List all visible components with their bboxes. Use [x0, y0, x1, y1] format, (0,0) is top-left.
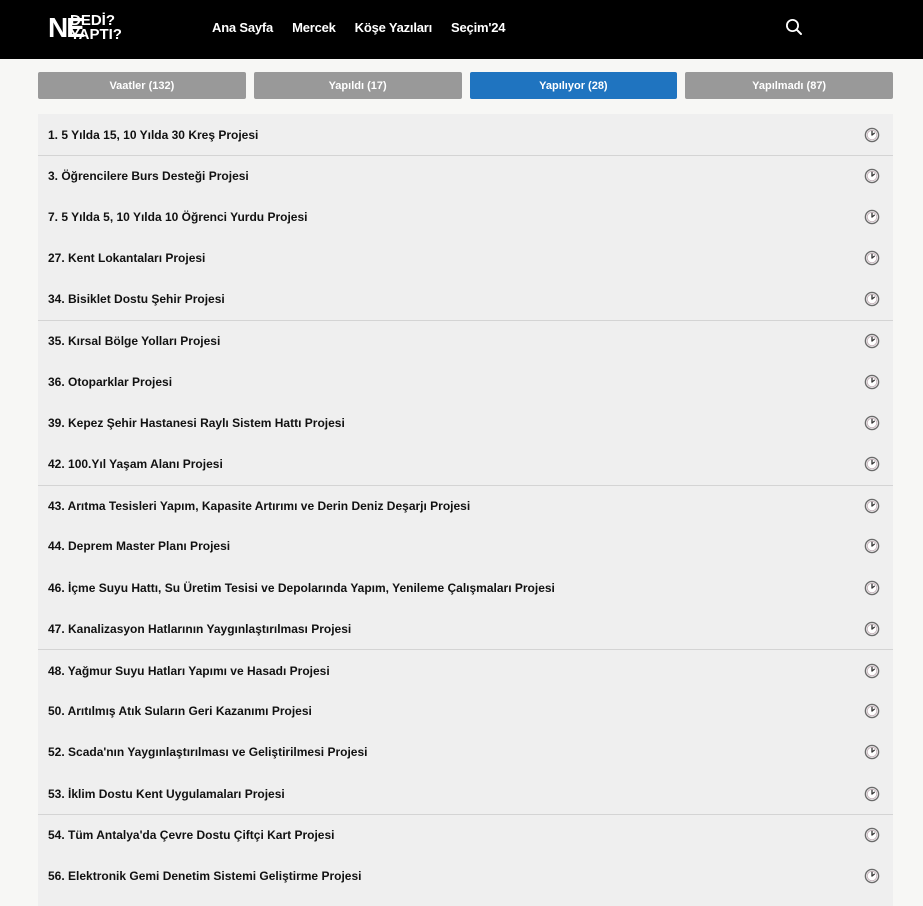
promise-title: 1. 5 Yılda 15, 10 Yılda 30 Kreş Projesi [48, 127, 259, 142]
promise-list-item[interactable]: 39. Kepez Şehir Hastanesi Raylı Sistem H… [38, 402, 893, 443]
promise-list-item[interactable]: 48. Yağmur Suyu Hatları Yapımı ve Hasadı… [38, 649, 893, 690]
in-progress-icon [864, 663, 880, 678]
promise-title: 35. Kırsal Bölge Yolları Projesi [48, 334, 221, 349]
in-progress-icon [864, 250, 880, 266]
promise-title: 44. Deprem Master Planı Projesi [48, 539, 231, 554]
in-progress-icon [864, 209, 880, 225]
promise-title: 52. Scada'nın Yaygınlaştırılması ve Geli… [48, 745, 368, 760]
nav-link-mercek[interactable]: Mercek [292, 20, 336, 36]
nav-link-ana-sayfa[interactable]: Ana Sayfa [212, 20, 273, 36]
promise-title: 42. 100.Yıl Yaşam Alanı Projesi [48, 457, 223, 472]
promise-title: 27. Kent Lokantaları Projesi [48, 251, 206, 266]
tab-vaatler[interactable]: Vaatler (132) [38, 72, 246, 99]
promise-title: 47. Kanalizasyon Hatlarının Yaygınlaştır… [48, 621, 352, 636]
in-progress-icon [864, 292, 880, 307]
promise-list-item[interactable]: 7. 5 Yılda 5, 10 Yılda 10 Öğrenci Yurdu … [38, 196, 893, 237]
promise-list-item[interactable]: 3. Öğrencilere Burs Desteği Projesi [38, 155, 893, 196]
in-progress-icon [864, 703, 880, 719]
promise-title: 54. Tüm Antalya'da Çevre Dostu Çiftçi Ka… [48, 828, 335, 843]
promise-title: 43. Arıtma Tesisleri Yapım, Kapasite Art… [48, 498, 471, 513]
promise-title: 46. İçme Suyu Hattı, Su Üretim Tesisi ve… [48, 580, 555, 595]
logo-yapti-text: YAPTI? [70, 26, 122, 43]
promise-list-item[interactable]: 44. Deprem Master Planı Projesi [38, 526, 893, 567]
promise-list-item[interactable]: 53. İklim Dostu Kent Uygulamaları Projes… [38, 773, 893, 814]
site-logo[interactable]: NE DEDİ? YAPTI? [48, 12, 138, 44]
promise-list-item[interactable]: 54. Tüm Antalya'da Çevre Dostu Çiftçi Ka… [38, 814, 893, 855]
tab-yapilmadi[interactable]: Yapılmadı (87) [685, 72, 893, 99]
promise-list-item[interactable]: 50. Arıtılmış Atık Suların Geri Kazanımı… [38, 691, 893, 732]
main-nav: Ana Sayfa Mercek Köşe Yazıları Seçim'24 [212, 20, 506, 36]
in-progress-icon [864, 786, 880, 801]
in-progress-icon [864, 580, 880, 595]
promise-list-item[interactable]: 34. Bisiklet Dostu Şehir Projesi [38, 279, 893, 320]
promise-list-item[interactable]: 1. 5 Yılda 15, 10 Yılda 30 Kreş Projesi [38, 114, 893, 155]
tab-yapiliyor[interactable]: Yapılıyor (28) [469, 72, 678, 99]
promise-list-item[interactable]: 27. Kent Lokantaları Projesi [38, 238, 893, 279]
tab-yapildi[interactable]: Yapıldı (17) [253, 72, 462, 99]
in-progress-icon [864, 621, 880, 637]
promise-list-item[interactable]: 43. Arıtma Tesisleri Yapım, Kapasite Art… [38, 484, 893, 526]
promise-list-item[interactable]: 52. Scada'nın Yaygınlaştırılması ve Geli… [38, 732, 893, 773]
in-progress-icon [864, 539, 880, 554]
top-navigation-bar: NE DEDİ? YAPTI? Ana Sayfa Mercek Köşe Ya… [0, 0, 923, 59]
in-progress-icon [864, 827, 880, 843]
promise-list-item[interactable]: 36. Otoparklar Projesi [38, 361, 893, 402]
in-progress-icon [864, 415, 880, 431]
in-progress-icon [864, 168, 880, 184]
promise-list-item[interactable]: 46. İçme Suyu Hattı, Su Üretim Tesisi ve… [38, 567, 893, 608]
promise-title: 53. İklim Dostu Kent Uygulamaları Projes… [48, 786, 285, 801]
promise-title: 3. Öğrencilere Burs Desteği Projesi [48, 169, 249, 184]
promise-list-item[interactable]: 35. Kırsal Bölge Yolları Projesi [38, 319, 893, 361]
promise-list-item[interactable]: 56. Elektronik Gemi Denetim Sistemi Geli… [38, 855, 893, 896]
promise-list-item[interactable]: 42. 100.Yıl Yaşam Alanı Projesi [38, 444, 893, 485]
in-progress-icon [864, 498, 880, 514]
in-progress-icon [864, 333, 880, 349]
search-icon[interactable] [785, 18, 803, 36]
promise-title: 56. Elektronik Gemi Denetim Sistemi Geli… [48, 868, 362, 883]
in-progress-icon [864, 745, 880, 760]
promise-title: 39. Kepez Şehir Hastanesi Raylı Sistem H… [48, 415, 345, 430]
promise-title: 50. Arıtılmış Atık Suların Geri Kazanımı… [48, 704, 312, 719]
promise-title: 48. Yağmur Suyu Hatları Yapımı ve Hasadı… [48, 663, 330, 678]
promise-title: 34. Bisiklet Dostu Şehir Projesi [48, 292, 225, 307]
promise-title: 36. Otoparklar Projesi [48, 374, 173, 389]
promise-list: 1. 5 Yılda 15, 10 Yılda 30 Kreş Projesi 3… [38, 114, 893, 906]
promise-title: 7. 5 Yılda 5, 10 Yılda 10 Öğrenci Yurdu … [48, 209, 308, 224]
in-progress-icon [864, 456, 880, 472]
in-progress-icon [864, 374, 880, 390]
in-progress-icon [864, 127, 880, 142]
promise-list-item[interactable]: 47. Kanalizasyon Hatlarının Yaygınlaştır… [38, 608, 893, 649]
nav-link-secim24[interactable]: Seçim'24 [451, 20, 505, 36]
in-progress-icon [864, 868, 880, 884]
status-filter-tabs: Vaatler (132) Yapıldı (17) Yapılıyor (28… [38, 72, 893, 99]
nav-link-kose-yazilari[interactable]: Köşe Yazıları [355, 20, 433, 36]
